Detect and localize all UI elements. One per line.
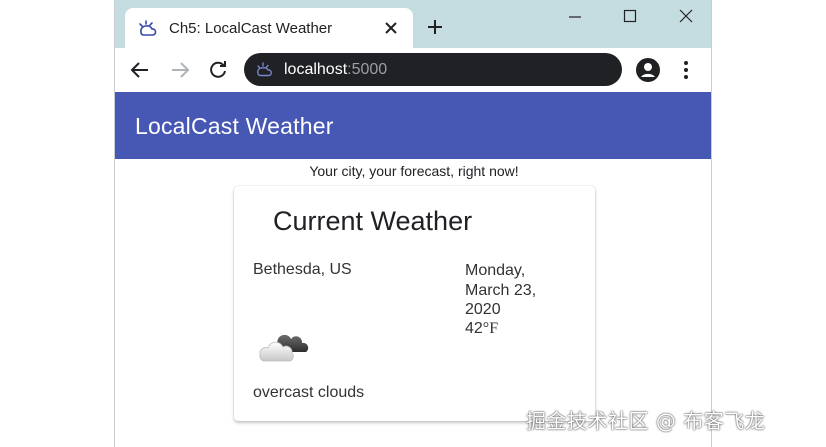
url-host: localhost — [284, 61, 348, 78]
forecast-date: Monday, March 23, 2020 — [465, 261, 565, 320]
close-tab-icon[interactable] — [382, 19, 400, 37]
close-window-icon[interactable] — [676, 6, 696, 26]
more-menu-icon[interactable] — [676, 59, 696, 81]
back-arrow-icon[interactable] — [129, 59, 151, 81]
screen: Ch5: LocalCast Weather localhost:5000 Lo… — [0, 0, 826, 447]
address-bar[interactable]: localhost:5000 — [244, 53, 622, 86]
date-line-weekday: Monday, — [465, 262, 526, 279]
tagline: Your city, your forecast, right now! — [309, 163, 519, 179]
weather-description: overcast clouds — [253, 384, 365, 401]
app-title: LocalCast Weather — [135, 113, 334, 139]
watermark: 掘金技术社区 @ 布客飞龙 — [526, 409, 766, 433]
temperature-value: 42 — [465, 320, 483, 337]
city-name: Bethesda, US — [253, 261, 352, 278]
maximize-icon[interactable] — [620, 6, 640, 26]
url-port: :5000 — [347, 61, 388, 78]
profile-avatar-icon[interactable] — [635, 57, 661, 83]
tab-title: Ch5: LocalCast Weather — [169, 20, 333, 37]
overcast-clouds-icon — [259, 334, 309, 362]
browser-tab[interactable]: Ch5: LocalCast Weather — [125, 8, 413, 48]
reload-icon[interactable] — [207, 59, 229, 81]
browser-window: Ch5: LocalCast Weather localhost:5000 Lo… — [114, 0, 712, 447]
temperature-unit: °F — [482, 320, 499, 337]
app-header: LocalCast Weather — [115, 92, 711, 159]
site-info-icon[interactable] — [256, 61, 274, 79]
tab-strip: Ch5: LocalCast Weather — [115, 0, 711, 48]
card-title: Current Weather — [273, 206, 473, 236]
url-text: localhost:5000 — [284, 61, 387, 79]
date-line-year: 2020 — [465, 301, 501, 318]
new-tab-icon[interactable] — [426, 18, 444, 36]
minimize-icon[interactable] — [565, 6, 585, 26]
weather-favicon-icon — [139, 20, 157, 36]
current-weather-card: Current Weather Bethesda, US Monday, Mar… — [234, 186, 595, 421]
forward-arrow-icon[interactable] — [169, 59, 191, 81]
browser-toolbar: localhost:5000 — [115, 48, 711, 92]
temperature: 42°F — [465, 320, 498, 338]
date-line-month-day: March 23, — [465, 281, 537, 299]
